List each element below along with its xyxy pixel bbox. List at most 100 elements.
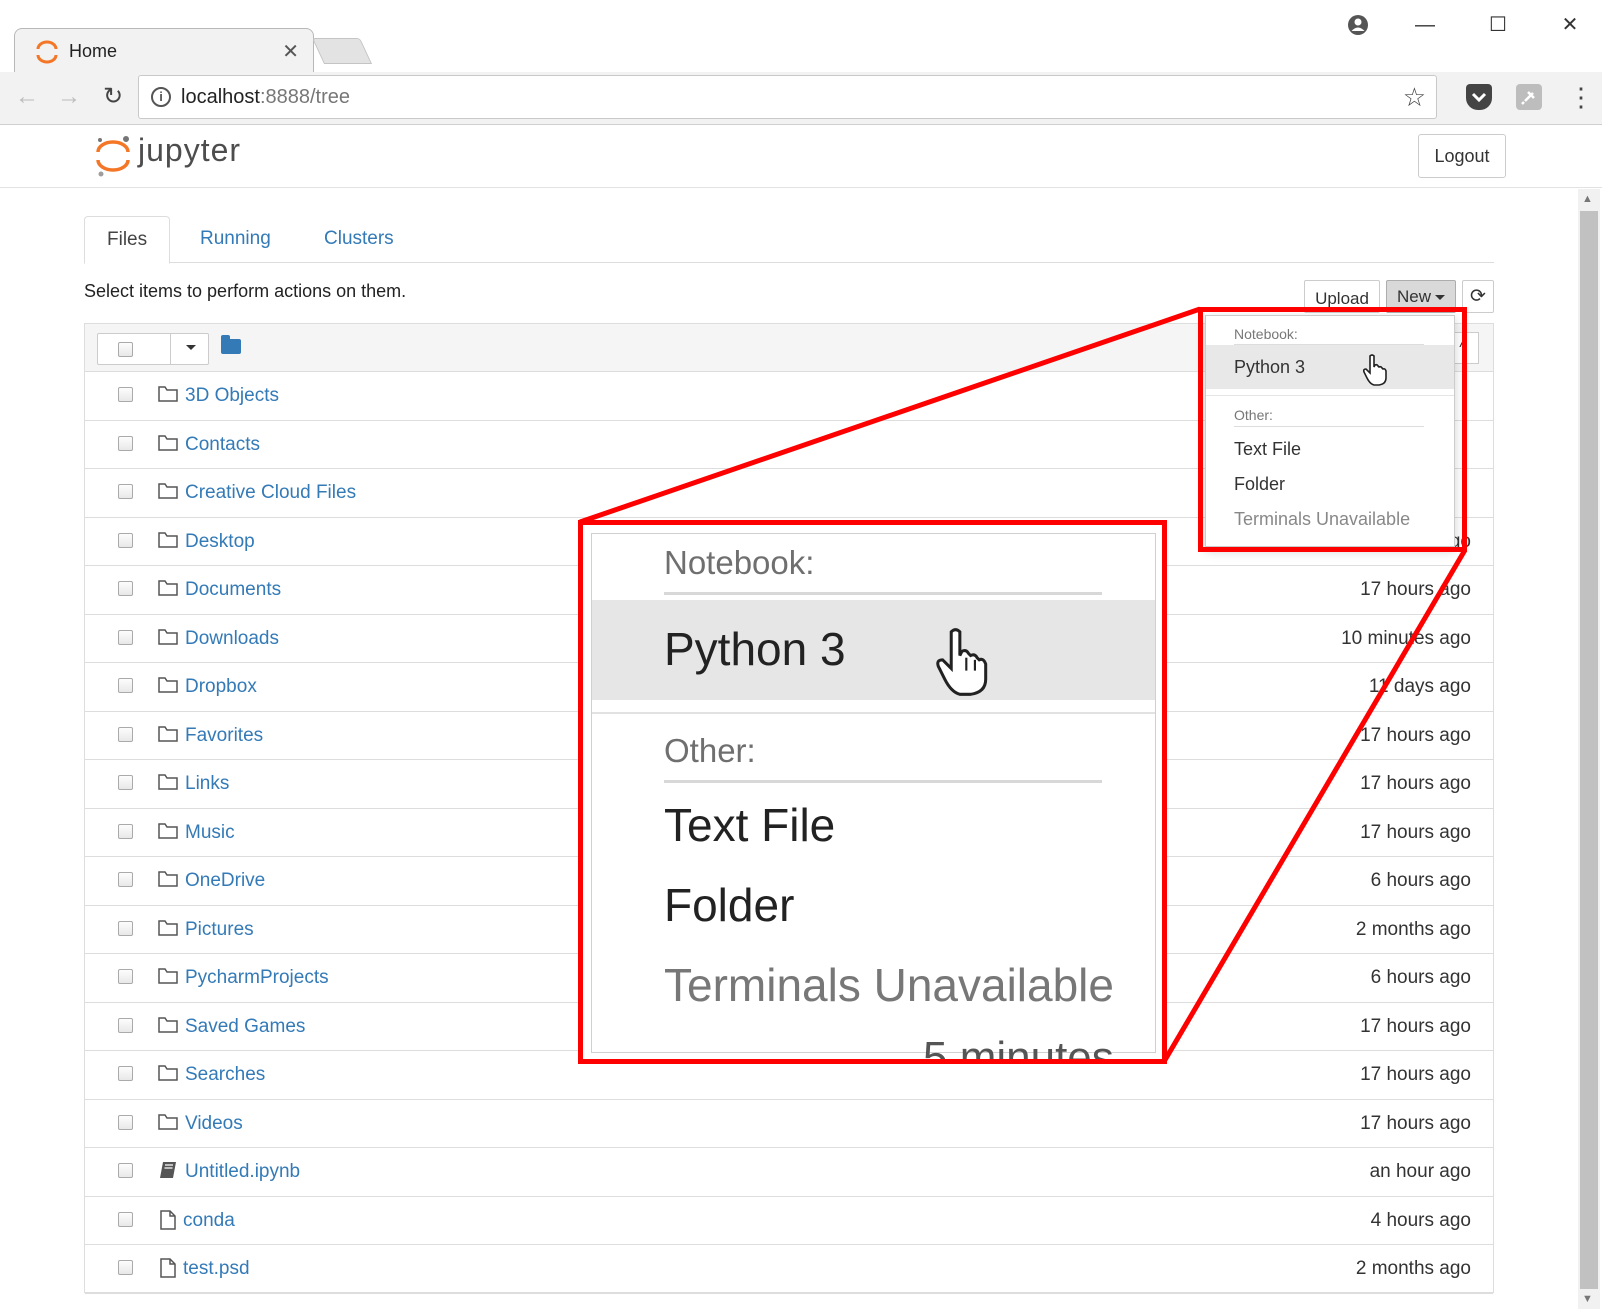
back-icon[interactable]: ← xyxy=(10,80,44,114)
item-modified-time: 6 hours ago xyxy=(1370,967,1471,988)
select-all-control[interactable] xyxy=(97,333,209,365)
item-name-link[interactable]: Saved Games xyxy=(185,1016,305,1038)
row-checkbox[interactable] xyxy=(118,726,133,742)
row-checkbox[interactable] xyxy=(118,678,133,693)
item-modified-time: 17 hours ago xyxy=(1360,1015,1471,1037)
item-name-link[interactable]: Searches xyxy=(185,1064,265,1086)
window-close-icon[interactable]: ✕ xyxy=(1550,10,1590,40)
forward-icon[interactable]: → xyxy=(52,80,86,114)
item-name-link[interactable]: Dropbox xyxy=(185,676,257,698)
table-row[interactable]: Videos 17 hours ago xyxy=(85,1100,1493,1148)
item-name-link[interactable]: Links xyxy=(185,773,229,795)
url-path: :8888/tree xyxy=(259,86,351,108)
row-checkbox[interactable] xyxy=(118,969,133,984)
table-row[interactable]: conda 4 hours ago xyxy=(85,1197,1493,1245)
pin-extension-icon[interactable] xyxy=(1516,84,1542,110)
row-checkbox[interactable] xyxy=(118,1260,133,1275)
folder-outline-icon xyxy=(158,967,178,985)
select-all-checkbox[interactable] xyxy=(118,342,133,357)
row-checkbox[interactable] xyxy=(118,872,133,887)
item-name-link[interactable]: Favorites xyxy=(185,725,263,747)
item-name-link[interactable]: Documents xyxy=(185,579,281,601)
row-checkbox[interactable] xyxy=(118,775,133,790)
table-row[interactable]: Untitled.ipynb an hour ago xyxy=(85,1148,1493,1197)
item-modified-time: 2 months ago xyxy=(1355,1258,1471,1279)
item-modified-time: 6 hours ago xyxy=(1370,870,1471,891)
folder-breadcrumb-icon[interactable] xyxy=(221,335,241,354)
pocket-extension-icon[interactable] xyxy=(1466,84,1492,110)
tab-files[interactable]: Files xyxy=(84,216,171,264)
item-name-link[interactable]: Pictures xyxy=(185,919,254,941)
item-modified-time: 17 hours ago xyxy=(1360,773,1471,794)
logout-button[interactable]: Logout xyxy=(1418,134,1506,178)
browser-menu-icon[interactable]: ⋮ xyxy=(1568,82,1594,112)
item-name-link[interactable]: Creative Cloud Files xyxy=(185,482,356,504)
url-text[interactable]: localhost:8888/tree xyxy=(181,86,350,109)
jupyter-logo-text: jupyter xyxy=(138,132,242,168)
maximize-icon[interactable]: ☐ xyxy=(1478,10,1518,40)
site-info-icon[interactable]: i xyxy=(151,87,171,107)
row-checkbox[interactable] xyxy=(118,484,133,499)
zoom-divider xyxy=(664,780,1102,783)
new-tab-button[interactable] xyxy=(311,38,373,64)
row-checkbox[interactable] xyxy=(118,1163,133,1178)
zoom-divider xyxy=(664,592,1102,595)
row-checkbox[interactable] xyxy=(118,1114,133,1130)
main-tabs: Files Running Clusters xyxy=(84,216,1494,264)
select-hint-text: Select items to perform actions on them. xyxy=(84,281,407,301)
zoom-header-other: Other: xyxy=(664,732,756,769)
profile-icon[interactable] xyxy=(1338,10,1378,40)
row-checkbox[interactable] xyxy=(118,581,133,596)
scroll-up-arrow-icon[interactable]: ▲ xyxy=(1582,193,1593,205)
row-checkbox[interactable] xyxy=(118,1066,133,1081)
reload-icon[interactable]: ↻ xyxy=(96,80,130,114)
item-name-link[interactable]: Videos xyxy=(185,1113,243,1135)
tab-running[interactable]: Running xyxy=(178,216,293,263)
row-checkbox[interactable] xyxy=(118,1211,133,1227)
tab-strip: Home ✕ — ☐ ✕ xyxy=(0,0,1602,73)
row-checkbox[interactable] xyxy=(118,823,133,839)
tab-clusters[interactable]: Clusters xyxy=(302,216,416,263)
row-checkbox[interactable] xyxy=(118,532,133,548)
item-name-link[interactable]: Contacts xyxy=(185,434,260,456)
callout-highlight-box xyxy=(1198,307,1467,552)
file-icon xyxy=(158,1258,178,1278)
item-name-link[interactable]: OneDrive xyxy=(185,870,265,892)
browser-tab-home[interactable]: Home ✕ xyxy=(14,28,314,73)
row-checkbox[interactable] xyxy=(118,435,133,451)
minimize-icon[interactable]: — xyxy=(1405,10,1445,40)
item-modified-time: 17 hours ago xyxy=(1360,579,1471,600)
folder-outline-icon xyxy=(158,773,178,791)
caret-down-icon xyxy=(185,345,196,351)
table-row[interactable]: test.psd 2 months ago xyxy=(85,1245,1493,1294)
bookmark-star-icon[interactable]: ☆ xyxy=(1403,82,1426,113)
item-name-link[interactable]: Desktop xyxy=(185,531,255,553)
folder-outline-icon xyxy=(158,1064,178,1082)
scroll-thumb[interactable] xyxy=(1580,211,1598,1289)
item-modified-time: 17 hours ago xyxy=(1360,1112,1471,1134)
item-name-link[interactable]: test.psd xyxy=(183,1258,250,1280)
row-checkbox[interactable] xyxy=(118,920,133,936)
jupyter-favicon-icon xyxy=(36,40,58,64)
item-modified-time: 10 minutes ago xyxy=(1341,627,1471,649)
folder-outline-icon xyxy=(158,919,178,937)
item-modified-time: 4 hours ago xyxy=(1370,1209,1471,1231)
scroll-down-arrow-icon[interactable]: ▼ xyxy=(1582,1293,1593,1305)
select-dropdown-toggle[interactable] xyxy=(170,334,210,364)
address-bar[interactable]: i localhost:8888/tree ☆ xyxy=(138,75,1437,119)
zoom-hand-pointer-icon xyxy=(936,628,988,696)
item-name-link[interactable]: Music xyxy=(185,822,235,844)
folder-outline-icon xyxy=(158,385,178,403)
item-name-link[interactable]: PycharmProjects xyxy=(185,967,329,989)
row-checkbox[interactable] xyxy=(118,1017,133,1033)
folder-outline-icon xyxy=(158,1016,178,1034)
zoom-item-folder: Folder xyxy=(664,879,795,931)
item-name-link[interactable]: Untitled.ipynb xyxy=(185,1161,300,1183)
row-checkbox[interactable] xyxy=(118,629,133,645)
item-name-link[interactable]: 3D Objects xyxy=(185,385,279,407)
page-scrollbar[interactable]: ▲ ▼ xyxy=(1578,189,1600,1309)
row-checkbox[interactable] xyxy=(118,387,133,402)
tab-close-icon[interactable]: ✕ xyxy=(282,39,299,64)
item-name-link[interactable]: Downloads xyxy=(185,628,279,650)
item-name-link[interactable]: conda xyxy=(183,1210,235,1232)
